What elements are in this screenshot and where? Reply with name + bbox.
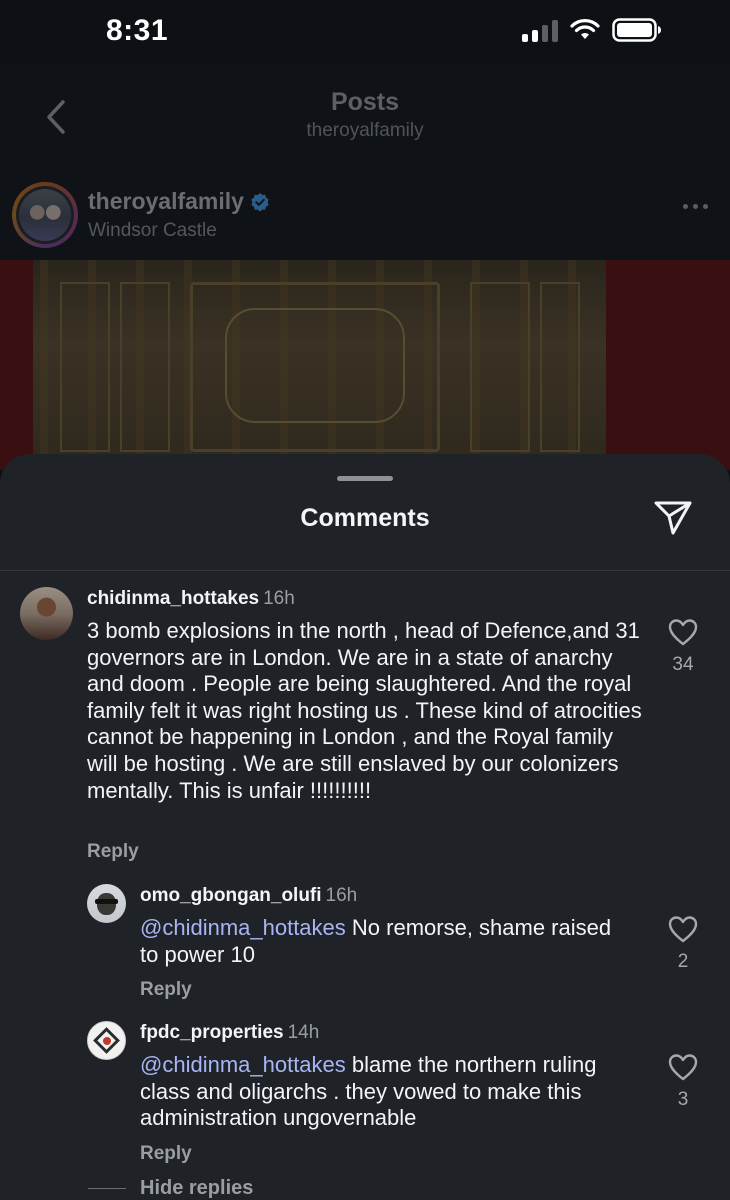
posts-header: Posts theroyalfamily — [0, 64, 730, 174]
share-icon[interactable] — [652, 498, 694, 538]
comment-header: chidinma_hottakes 16h — [87, 588, 295, 610]
comment-time: 16h — [325, 885, 358, 906]
comment-header: fpdc_properties 14h — [140, 1022, 319, 1044]
like-button[interactable]: 3 — [663, 1053, 703, 1111]
like-count: 34 — [672, 654, 694, 675]
page-title: Posts — [330, 88, 400, 116]
comment-username[interactable]: omo_gbongan_olufi — [140, 885, 322, 906]
comment-username[interactable]: chidinma_hottakes — [87, 588, 259, 609]
reply-button[interactable]: Reply — [87, 841, 139, 863]
post-location[interactable]: Windsor Castle — [88, 220, 217, 242]
hide-replies-label[interactable]: Hide replies — [140, 1177, 253, 1200]
status-icons — [522, 18, 662, 42]
like-count: 3 — [677, 1089, 689, 1110]
status-time: 8:31 — [106, 14, 169, 47]
comment-time: 14h — [287, 1022, 320, 1043]
heart-icon[interactable] — [668, 915, 698, 943]
post-account-row: theroyalfamily Windsor Castle — [0, 180, 730, 260]
comment-text: @chidinma_hottakes blame the northern ru… — [140, 1052, 620, 1132]
status-bar: 8:31 — [0, 0, 730, 64]
account-avatar[interactable] — [12, 182, 78, 248]
battery-icon — [612, 18, 661, 42]
page-subtitle: theroyalfamily — [306, 120, 424, 141]
like-count: 2 — [677, 951, 689, 972]
post-image — [0, 260, 730, 470]
more-options-icon[interactable] — [683, 204, 708, 209]
account-name[interactable]: theroyalfamily — [88, 188, 270, 215]
comment-text: @chidinma_hottakes No remorse, shame rai… — [140, 915, 620, 968]
hide-replies-button[interactable]: Hide replies — [88, 1176, 348, 1200]
reply-button[interactable]: Reply — [140, 979, 192, 1001]
comment-header: omo_gbongan_olufi 16h — [140, 885, 357, 907]
reply-button[interactable]: Reply — [140, 1143, 192, 1165]
screen: 8:31 Posts theroyalfamily theroyalfamily… — [0, 0, 730, 1200]
comment-mention[interactable]: @chidinma_hottakes — [140, 915, 346, 940]
like-button[interactable]: 2 — [663, 915, 703, 973]
commenter-avatar[interactable] — [87, 1021, 126, 1060]
sheet-grabber[interactable] — [337, 476, 393, 481]
comment-time: 16h — [263, 588, 295, 609]
comment-text: 3 bomb explosions in the north , head of… — [87, 618, 642, 803]
comment-mention[interactable]: @chidinma_hottakes — [140, 1052, 346, 1077]
commenter-avatar[interactable] — [20, 587, 73, 640]
like-button[interactable]: 34 — [663, 618, 703, 676]
divider — [0, 570, 730, 571]
account-username[interactable]: theroyalfamily — [88, 188, 244, 215]
commenter-avatar[interactable] — [87, 884, 126, 923]
wifi-icon — [570, 19, 600, 39]
cellular-signal-icon — [522, 18, 558, 42]
divider — [88, 1187, 126, 1189]
verified-badge-icon — [251, 192, 269, 212]
heart-icon[interactable] — [668, 618, 698, 646]
heart-icon[interactable] — [668, 1053, 698, 1081]
comment-username[interactable]: fpdc_properties — [140, 1022, 284, 1043]
post-view: Posts theroyalfamily theroyalfamily Wind… — [0, 64, 730, 470]
comments-title: Comments — [300, 504, 430, 532]
